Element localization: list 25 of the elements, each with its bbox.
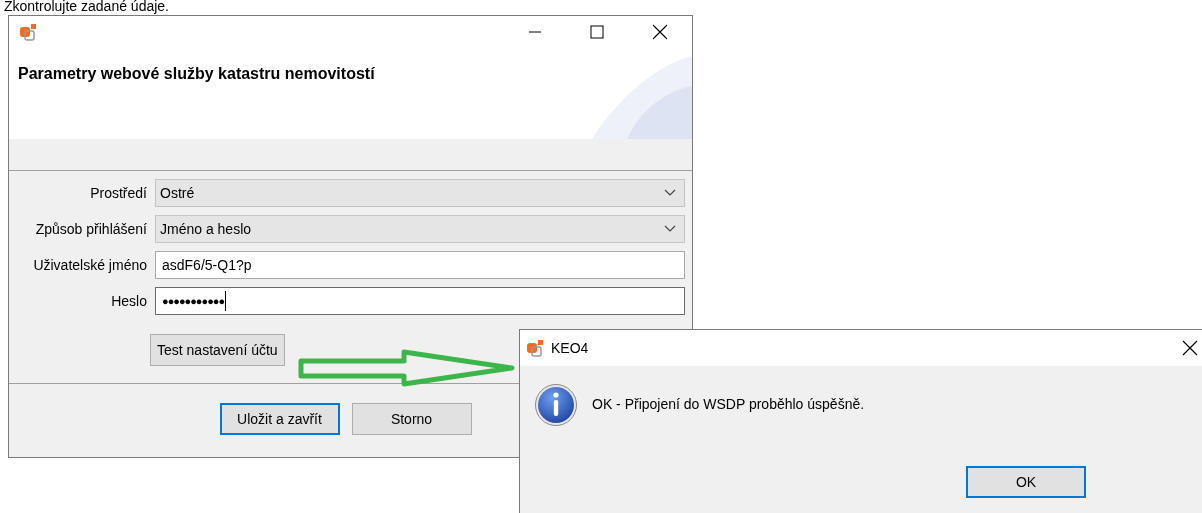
app-logo-icon: [526, 339, 544, 357]
dialog-message: OK - Připojení do WSDP proběhlo úspěšně.: [592, 395, 865, 414]
field-label: Heslo: [110, 291, 147, 311]
caption-text: Zkontrolujte zadané údaje.: [4, 0, 169, 14]
field-label: Způsob přihlášení: [34, 219, 147, 239]
dialog-button[interactable]: Uložit a zavřít: [219, 403, 340, 435]
app-logo-icon: [19, 23, 37, 41]
dropdown[interactable]: Jméno a heslo: [155, 215, 685, 243]
close-icon[interactable]: [652, 24, 668, 40]
info-icon: [534, 383, 578, 427]
close-icon[interactable]: [1182, 340, 1198, 356]
test-account-button[interactable]: Test nastavení účtu: [150, 334, 285, 366]
window-title: Parametry webové služby katastru nemovitostí: [17, 64, 376, 84]
text-cursor: [225, 291, 227, 311]
input-field[interactable]: asdF6/5-Q1?p: [155, 251, 685, 279]
maximize-icon[interactable]: [590, 25, 604, 39]
chevron-down-icon: [664, 189, 676, 197]
dialog-button[interactable]: Storno: [351, 403, 472, 435]
dialog-title: KEO4: [551, 338, 589, 358]
password-field[interactable]: ●●●●●●●●●●●: [155, 287, 685, 315]
chevron-down-icon: [664, 225, 676, 233]
ok-button[interactable]: OK: [966, 466, 1086, 498]
field-label: Prostředí: [89, 183, 147, 203]
field-label: Uživatelské jméno: [32, 255, 147, 275]
dropdown[interactable]: Ostré: [155, 179, 685, 207]
